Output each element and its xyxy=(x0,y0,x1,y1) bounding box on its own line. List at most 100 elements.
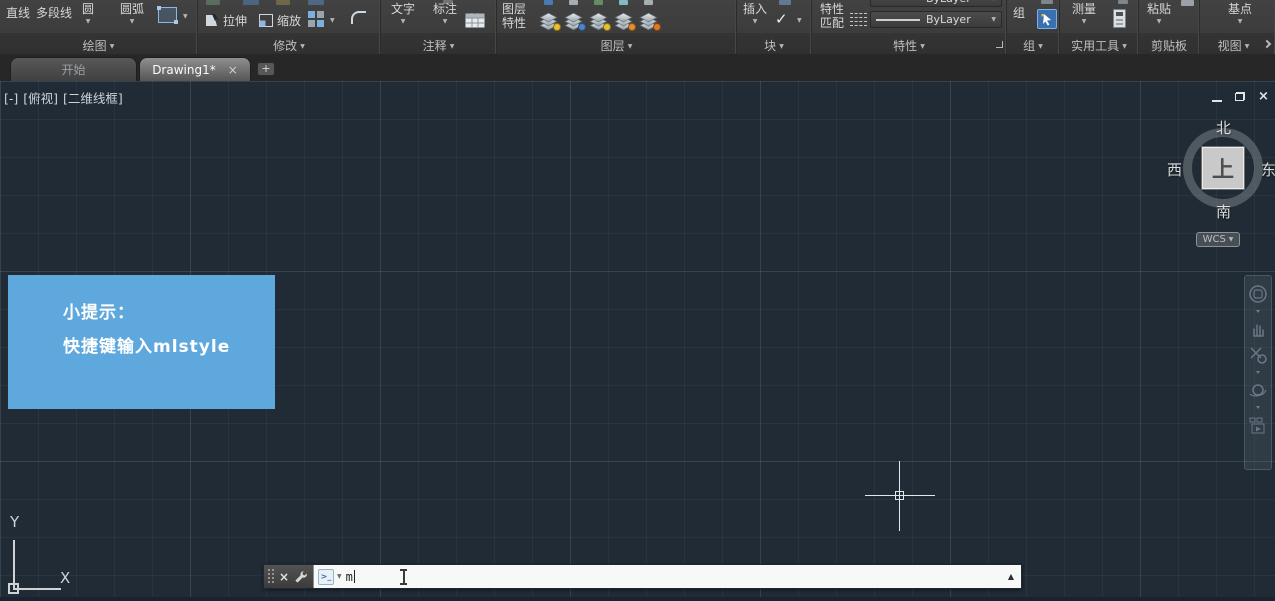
base-point-button[interactable]: 基点 ▼ xyxy=(1228,2,1252,25)
edit-attribute-icon[interactable]: ✓ xyxy=(775,11,788,27)
viewcube-top-face[interactable]: 上 xyxy=(1202,147,1244,189)
ribbon-panel-modify: 拉伸 缩放 ▼ 修改▼ xyxy=(198,0,381,54)
viewcube-east[interactable]: 东 xyxy=(1261,159,1275,180)
showmotion-icon[interactable] xyxy=(1248,415,1268,435)
clipped-icon xyxy=(308,0,324,5)
ucs-y-label: Y xyxy=(10,513,19,531)
new-tab-button[interactable]: + xyxy=(257,62,275,76)
array-tool-icon[interactable] xyxy=(308,11,324,27)
ibeam-cursor xyxy=(399,569,408,585)
drag-handle-icon[interactable] xyxy=(267,568,274,585)
tab-drawing1[interactable]: Drawing1* × xyxy=(139,57,251,81)
annotate-panel-title[interactable]: 注释▼ xyxy=(381,37,496,54)
text-button[interactable]: 文字 ▼ xyxy=(391,2,415,25)
calculator-icon[interactable] xyxy=(1113,9,1126,28)
color-dropdown[interactable]: ByLayer ▼ xyxy=(870,0,1002,7)
layers-panel-title[interactable]: 图层▼ xyxy=(497,37,736,54)
ribbon-panel-utilities: 测量 ▼ 实用工具▼ xyxy=(1060,0,1139,54)
viewcube-west[interactable]: 西 xyxy=(1167,159,1182,180)
modify-panel-title[interactable]: 修改▼ xyxy=(198,37,380,54)
drawing-canvas[interactable]: [-] [俯视] [二维线框] × 上 北 南 西 东 WCS ▼ 小提示： 快… xyxy=(0,81,1275,601)
caret-down-icon: ▼ xyxy=(1082,18,1087,25)
minimize-icon[interactable] xyxy=(1212,87,1222,106)
draw-panel-title[interactable]: 绘图▼ xyxy=(0,37,197,54)
group-selection-button[interactable] xyxy=(1037,9,1057,29)
group-button[interactable]: 组 xyxy=(1013,4,1025,21)
scale-button[interactable]: 缩放 xyxy=(258,12,301,29)
tab-close-icon[interactable]: × xyxy=(228,63,238,77)
clipped-icon xyxy=(779,0,791,5)
navigation-wheel-icon[interactable] xyxy=(1248,284,1268,304)
stretch-button[interactable]: 拉伸 xyxy=(204,12,247,29)
caret-down-icon[interactable]: ▼ xyxy=(337,573,342,580)
clipped-icon xyxy=(619,0,628,5)
lineweight-dropdown[interactable]: ByLayer ▼ xyxy=(870,11,1002,28)
fillet-tool-icon[interactable] xyxy=(350,10,368,26)
circle-button[interactable]: 圆 ▼ xyxy=(82,2,94,25)
caret-down-icon[interactable] xyxy=(1256,310,1260,313)
ribbon-panel-draw: 直线 多段线 圆 ▼ 圆弧 ▼ ▼ 绘图▼ xyxy=(0,0,198,54)
wcs-dropdown[interactable]: WCS ▼ xyxy=(1196,232,1240,247)
caret-down-icon[interactable] xyxy=(1256,371,1260,374)
dimension-button[interactable]: 标注 ▼ xyxy=(433,2,457,25)
clipped-icon xyxy=(644,0,653,5)
viewport-view-button[interactable]: [俯视] xyxy=(23,91,58,106)
command-close-icon[interactable]: × xyxy=(279,570,289,584)
viewcube-north[interactable]: 北 xyxy=(1216,117,1231,138)
linetype-icon[interactable] xyxy=(850,13,867,26)
clipped-icon xyxy=(569,0,578,5)
layer-lock-icon[interactable] xyxy=(614,12,634,30)
polyline-button[interactable]: 多段线 xyxy=(36,4,72,21)
utilities-panel-title[interactable]: 实用工具▼ xyxy=(1060,37,1138,54)
customize-wrench-icon[interactable] xyxy=(294,570,308,584)
caret-down-icon: ▼ xyxy=(1238,18,1243,25)
paste-button[interactable]: 粘贴 ▼ xyxy=(1147,2,1171,25)
clipboard-panel-title[interactable]: 剪贴板 xyxy=(1139,37,1199,54)
crosshair-pickbox xyxy=(895,491,904,500)
caret-down-icon: ▼ xyxy=(1038,43,1043,50)
zoom-icon[interactable] xyxy=(1248,345,1268,365)
layer-thaw-icon[interactable] xyxy=(589,12,609,30)
caret-down-icon: ▼ xyxy=(450,43,455,50)
pan-hand-icon[interactable] xyxy=(1248,319,1268,339)
caret-down-icon: ▼ xyxy=(628,43,633,50)
ribbon-panel-annotate: 文字 ▼ 标注 ▼ 注释▼ xyxy=(381,0,497,54)
stretch-icon xyxy=(204,13,220,28)
viewport-visual-style-button[interactable]: [二维线框] xyxy=(63,91,123,106)
ribbon-panel-properties: 特性匹配 ByLayer ▼ ByLayer ▼ 特性▼ xyxy=(812,0,1007,54)
arc-button[interactable]: 圆弧 ▼ xyxy=(120,2,144,25)
group-panel-title[interactable]: 组▼ xyxy=(1007,37,1059,54)
insert-block-button[interactable]: 插入 ▼ xyxy=(743,2,767,25)
caret-down-icon: ▼ xyxy=(130,18,135,25)
match-properties-button[interactable]: 特性匹配 xyxy=(818,2,846,30)
viewcube-south[interactable]: 南 xyxy=(1216,201,1231,222)
tip-body: 快捷键输入mlstyle xyxy=(63,332,230,357)
command-history-icon[interactable]: ▲ xyxy=(1008,572,1014,582)
caret-down-icon[interactable]: ▼ xyxy=(797,17,802,24)
block-panel-title[interactable]: 块▼ xyxy=(737,37,811,54)
layer-freeze-icon[interactable] xyxy=(564,12,584,30)
rectangle-tool-icon[interactable] xyxy=(158,7,177,23)
measure-button[interactable]: 测量 ▼ xyxy=(1072,2,1096,25)
layer-properties-button[interactable]: 图层特性 xyxy=(500,2,528,30)
caret-down-icon[interactable]: ▼ xyxy=(183,13,188,20)
dialog-launcher-icon[interactable] xyxy=(996,41,1003,48)
command-input[interactable]: >_ ▼ m ▲ xyxy=(313,565,1021,588)
properties-panel-title[interactable]: 特性▼ xyxy=(812,37,1006,54)
restore-icon[interactable] xyxy=(1235,92,1245,101)
close-icon[interactable]: × xyxy=(1258,91,1269,103)
layer-current-icon[interactable] xyxy=(639,12,659,30)
layer-on-off-icon[interactable] xyxy=(539,12,559,30)
ribbon-panel-view: 基点 ▼ 视图▼ xyxy=(1200,0,1275,54)
tip-title: 小提示： xyxy=(63,298,135,323)
tab-start[interactable]: 开始 xyxy=(10,57,137,81)
caret-down-icon[interactable] xyxy=(1256,406,1260,409)
viewport-menu-button[interactable]: [-] xyxy=(4,91,18,106)
table-tool-icon[interactable] xyxy=(465,13,485,28)
caret-down-icon[interactable]: ▼ xyxy=(330,17,335,24)
caret-down-icon: ▼ xyxy=(1157,18,1162,25)
command-prompt-icon: >_ xyxy=(318,569,334,585)
line-button[interactable]: 直线 xyxy=(6,4,30,21)
navigation-bar xyxy=(1244,275,1272,470)
orbit-icon[interactable] xyxy=(1248,380,1268,400)
